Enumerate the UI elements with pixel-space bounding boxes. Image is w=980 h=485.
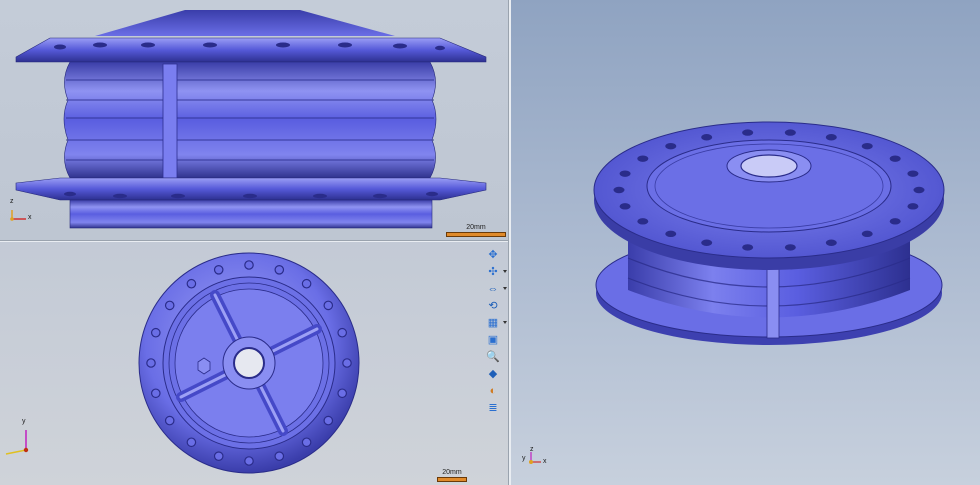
bolt-hole	[323, 300, 334, 311]
front-axis-x-label: x	[28, 214, 32, 221]
properties-icon: ≣	[488, 402, 498, 414]
front-axis-z-label: z	[10, 198, 14, 205]
top-scale-label: 20mm	[442, 469, 462, 476]
rotate-icon: ✣	[488, 266, 498, 278]
bolt-hole	[913, 186, 925, 194]
orbit-button[interactable]: ⟲	[484, 299, 502, 314]
bolt-hole	[150, 388, 161, 399]
view-layout-icon: ▦	[487, 317, 499, 329]
fit-view-icon: ▣	[487, 334, 499, 346]
dropdown-caret-icon[interactable]	[503, 270, 507, 273]
bolt-hole	[619, 203, 631, 210]
bolt-hole	[861, 142, 873, 150]
view-toolbar: ✥ ✣ ⇔ ⟲ ▦ ▣ 🔍 ◆ ◐ ≣	[484, 248, 507, 416]
bolt-hole	[701, 239, 713, 246]
properties-button[interactable]: ≣	[484, 401, 502, 416]
appearance-icon: ◐	[489, 385, 497, 397]
bolt-hole	[613, 186, 625, 194]
rotate-button[interactable]: ✣	[484, 265, 507, 280]
top-scale-bar: 20mm	[437, 469, 467, 482]
bolt-hole	[619, 170, 631, 177]
bolt-hole	[213, 451, 224, 462]
bolt-hole	[742, 244, 754, 251]
bolt-hole	[301, 437, 312, 448]
bolt-hole	[637, 155, 649, 162]
bolt-hole	[274, 264, 285, 275]
front-scale-bar: 20mm	[446, 224, 506, 237]
zoom-window-icon: ⇔	[487, 283, 499, 295]
bolt-hole	[244, 456, 254, 466]
bolt-hole	[186, 278, 197, 289]
bolt-hole	[342, 358, 352, 368]
hub-base	[69, 199, 433, 229]
bolt-hole	[301, 278, 312, 289]
top-view-hub	[5, 252, 360, 474]
iso-axis-x-label: x	[543, 458, 547, 465]
bolt-hole	[665, 142, 677, 150]
pan-button[interactable]: ✥	[484, 248, 502, 263]
top-axle-bore	[233, 347, 265, 379]
zoom-button[interactable]: 🔍	[484, 350, 502, 365]
bolt-hole	[907, 170, 919, 177]
top-hex-nut	[197, 357, 211, 375]
top-cap	[95, 10, 395, 36]
bolt-hole	[150, 327, 161, 338]
bolt-hole	[146, 358, 156, 368]
iso-axle-bore	[740, 154, 798, 178]
bolt-hole	[244, 260, 254, 270]
bolt-hole	[742, 129, 754, 136]
iso-axis-z-label: z	[530, 446, 534, 453]
bolt-hole	[637, 218, 649, 225]
pan-icon: ✥	[488, 249, 498, 261]
bolt-hole	[323, 415, 334, 426]
top-axis-y-label: y	[22, 418, 26, 425]
front-scale-label: 20mm	[466, 224, 486, 231]
dropdown-caret-icon[interactable]	[503, 321, 507, 324]
front-scale-bar-fill	[446, 232, 506, 237]
bolt-hole	[825, 134, 837, 141]
zoom-icon: 🔍	[486, 351, 500, 363]
isometric-view-viewport[interactable]: y z x	[511, 0, 980, 485]
bolt-hole	[213, 264, 224, 275]
shaded-cube-button[interactable]: ◆	[484, 367, 502, 382]
top-scale-bar-fill	[437, 477, 467, 482]
hub-rib	[162, 63, 178, 179]
bolt-hole	[907, 203, 919, 210]
bolt-hole	[186, 437, 197, 448]
bolt-hole	[164, 300, 175, 311]
fit-view-button[interactable]: ▣	[484, 333, 502, 348]
zoom-window-button[interactable]: ⇔	[484, 282, 507, 297]
bolt-hole	[784, 129, 796, 136]
shaded-cube-icon: ◆	[488, 368, 498, 380]
iso-hub-rib	[766, 261, 780, 339]
dropdown-caret-icon[interactable]	[503, 287, 507, 290]
upper-flange	[15, 37, 487, 63]
bolt-hole	[889, 155, 901, 162]
top-view-viewport[interactable]: y 20mm	[0, 242, 508, 485]
orbit-icon: ⟲	[488, 300, 498, 312]
view-layout-button[interactable]: ▦	[484, 316, 507, 331]
bolt-hole	[337, 327, 348, 338]
front-view-hub	[10, 10, 487, 229]
bolt-hole	[861, 230, 873, 238]
front-view-viewport[interactable]: z x 20mm	[0, 0, 508, 240]
appearance-button[interactable]: ◐	[484, 384, 502, 399]
bolt-hole	[889, 218, 901, 225]
bolt-hole	[784, 244, 796, 251]
cad-application: z x 20mm y 20mm ✥ ✣ ⇔ ⟲ ▦ ▣ 🔍 ◆ ◐ ≣ y z …	[0, 0, 980, 485]
bolt-hole	[164, 415, 175, 426]
bolt-hole	[825, 239, 837, 246]
bolt-hole	[701, 134, 713, 141]
bolt-hole	[274, 451, 285, 462]
bolt-hole	[337, 388, 348, 399]
isometric-view-hub	[529, 121, 945, 464]
iso-axis-y-label: y	[522, 455, 526, 462]
bolt-hole	[665, 230, 677, 238]
